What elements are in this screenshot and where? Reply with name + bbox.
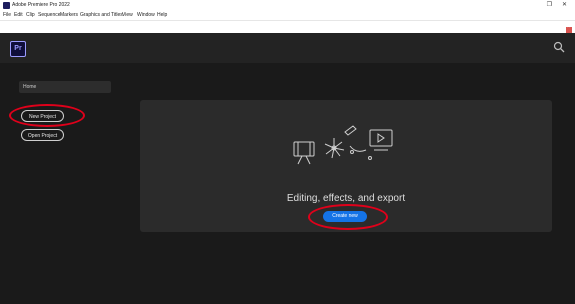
menu-clip[interactable]: Clip [26, 11, 35, 19]
close-icon[interactable]: ✕ [562, 0, 567, 10]
window-controls: ❐ ✕ [547, 0, 567, 10]
premiere-home-screen: Pr Home New Project Open Project Editing… [0, 33, 575, 304]
editing-effects-export-illustration [293, 125, 393, 165]
window-title: Adobe Premiere Pro 2022 [12, 2, 70, 8]
menu-window[interactable]: Window [137, 11, 155, 19]
menu-bar: File Edit Clip Sequence Markers Graphics… [0, 10, 575, 21]
create-new-highlight [308, 204, 388, 230]
new-project-highlight [9, 104, 85, 127]
menu-sequence[interactable]: Sequence [38, 11, 61, 19]
menu-file[interactable]: File [3, 11, 11, 19]
menu-graphics-and-titles[interactable]: Graphics and Titles [80, 11, 123, 19]
premiere-logo: Pr [10, 41, 26, 57]
sidebar-item-home[interactable]: Home [19, 81, 111, 93]
search-icon[interactable] [553, 41, 565, 53]
menu-view[interactable]: View [122, 11, 133, 19]
menu-edit[interactable]: Edit [14, 11, 23, 19]
menu-help[interactable]: Help [157, 11, 167, 19]
app-header: Pr [0, 33, 575, 63]
premiere-app-icon [3, 2, 10, 9]
open-project-button[interactable]: Open Project [21, 129, 64, 141]
restore-icon[interactable]: ❐ [547, 0, 552, 10]
menu-markers[interactable]: Markers [60, 11, 78, 19]
panel-headline: Editing, effects, and export [286, 193, 406, 204]
create-new-panel: Editing, effects, and export Create new [140, 100, 552, 232]
window-titlebar: Adobe Premiere Pro 2022 ❐ ✕ [0, 0, 575, 10]
